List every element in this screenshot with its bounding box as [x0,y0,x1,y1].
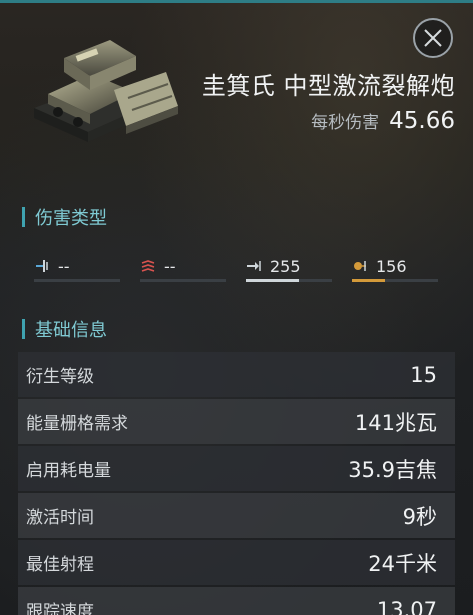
damage-explosive-value: 156 [376,257,407,276]
stat-row-tracking-speed: 跟踪速度 13.07 [18,587,455,615]
stat-row-optimal-range: 最佳射程 24千米 [18,540,455,585]
damage-kinetic-value: 255 [270,257,301,276]
dps-value: 45.66 [389,108,455,134]
damage-explosive: 156 [352,252,438,282]
damage-em-value: -- [58,257,70,276]
em-damage-icon [36,260,48,272]
section-accent-bar [22,319,25,339]
base-info-title: 基础信息 [35,320,107,341]
stat-row-activation-cost: 启用耗电量 35.9吉焦 [18,446,455,491]
stat-value: 15 [410,362,437,387]
stat-label: 能量栅格需求 [26,414,128,434]
stat-label: 最佳射程 [26,555,94,575]
stats-list: 衍生等级 15 能量栅格需求 141兆瓦 启用耗电量 35.9吉焦 激活时间 9… [18,352,455,615]
turret-image [34,40,178,142]
damage-type-section-header: 伤害类型 [22,204,107,230]
stat-row-powergrid: 能量栅格需求 141兆瓦 [18,399,455,444]
dps-row: 每秒伤害 45.66 [311,108,455,134]
stat-value: 141兆瓦 [354,410,437,435]
damage-em-bar [34,279,120,282]
dps-label: 每秒伤害 [311,113,380,133]
thermal-damage-icon [141,260,155,272]
stat-value: 35.9吉焦 [348,457,437,482]
base-info-section-header: 基础信息 [22,316,107,342]
section-accent-bar [22,207,25,227]
damage-explosive-bar [352,279,438,282]
stat-label: 激活时间 [26,508,94,528]
damage-kinetic: 255 [246,252,332,282]
stat-label: 衍生等级 [26,367,94,387]
stat-row-meta-level: 衍生等级 15 [18,352,455,397]
close-button[interactable] [413,18,453,58]
damage-thermal-value: -- [164,257,176,276]
stat-label: 跟踪速度 [26,602,94,615]
damage-kinetic-bar [246,279,332,282]
damage-type-title: 伤害类型 [35,208,107,229]
damage-type-row: -- -- 255 156 [34,252,440,284]
explosive-damage-icon [354,261,366,271]
stat-row-activation-time: 激活时间 9秒 [18,493,455,538]
stat-label: 启用耗电量 [26,461,111,481]
close-icon [424,29,442,47]
damage-em: -- [34,252,120,282]
damage-thermal: -- [140,252,226,282]
top-accent-line [0,0,473,3]
kinetic-damage-icon [247,261,261,271]
item-info-panel: 圭箕氏 中型激流裂解炮 每秒伤害 45.66 伤害类型 -- -- 255 15… [0,0,473,615]
damage-thermal-bar [140,279,226,282]
item-title: 圭箕氏 中型激流裂解炮 [201,72,455,100]
stat-value: 24千米 [368,551,437,576]
stat-value: 13.07 [376,597,437,615]
stat-value: 9秒 [402,504,437,529]
